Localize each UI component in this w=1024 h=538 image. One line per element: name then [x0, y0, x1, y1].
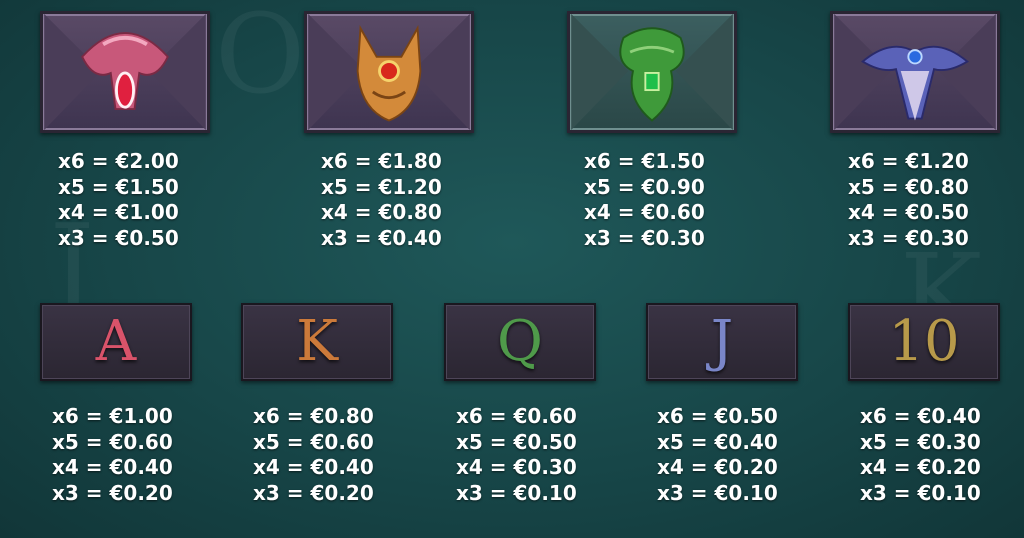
pay-line: x6 = €0.60 — [456, 404, 577, 428]
pay-line: x6 = €1.00 — [52, 404, 173, 428]
card-letter: 10 — [888, 309, 960, 374]
pay-line: x4 = €0.20 — [657, 455, 778, 479]
pay-line: x6 = €1.50 — [584, 149, 705, 173]
card-letter: A — [95, 309, 137, 374]
pay-line: x4 = €0.40 — [253, 455, 374, 479]
paytable-q: x6 = €0.60 x5 = €0.50 x4 = €0.30 x3 = €0… — [456, 404, 577, 506]
pay-line: x4 = €0.60 — [584, 200, 705, 224]
symbol-tile-pink — [40, 11, 210, 133]
pay-line: x3 = €0.40 — [321, 225, 442, 250]
paytable-pink: x6 = €2.00 x5 = €1.50 x4 = €1.00 x3 = €0… — [58, 149, 179, 251]
paytable-blue: x6 = €1.20 x5 = €0.80 x4 = €0.50 x3 = €0… — [848, 149, 969, 251]
pay-line: x3 = €0.30 — [584, 225, 705, 250]
pay-line: x5 = €0.50 — [456, 429, 577, 454]
pink-gem-snake-icon — [44, 14, 206, 130]
pay-line: x4 = €0.80 — [321, 200, 442, 224]
pay-line: x4 = €1.00 — [58, 200, 179, 224]
symbol-card-j: J — [646, 303, 798, 381]
symbol-tile-orange — [304, 11, 474, 133]
pay-line: x6 = €0.40 — [860, 404, 981, 428]
paytable-a: x6 = €1.00 x5 = €0.60 x4 = €0.40 x3 = €0… — [52, 404, 173, 506]
pay-line: x5 = €0.90 — [584, 174, 705, 199]
card-letter: Q — [497, 309, 543, 374]
paytable-k: x6 = €0.80 x5 = €0.60 x4 = €0.40 x3 = €0… — [253, 404, 374, 506]
symbol-card-a: A — [40, 303, 192, 381]
pay-line: x6 = €0.50 — [657, 404, 778, 428]
paytable-orange: x6 = €1.80 x5 = €1.20 x4 = €0.80 x3 = €0… — [321, 149, 442, 251]
pay-line: x3 = €0.20 — [253, 480, 374, 505]
pay-line: x3 = €0.10 — [657, 480, 778, 505]
symbol-tile-blue — [830, 11, 1000, 133]
pay-line: x6 = €1.80 — [321, 149, 442, 173]
symbol-card-k: K — [241, 303, 393, 381]
card-letter: K — [296, 309, 338, 374]
pay-line: x5 = €0.40 — [657, 429, 778, 454]
pay-line: x3 = €0.50 — [58, 225, 179, 250]
pay-line: x5 = €1.50 — [58, 174, 179, 199]
paytable-10: x6 = €0.40 x5 = €0.30 x4 = €0.20 x3 = €0… — [860, 404, 981, 506]
pay-line: x4 = €0.50 — [848, 200, 969, 224]
orange-gem-fox-icon — [308, 14, 470, 130]
pay-line: x6 = €1.20 — [848, 149, 969, 173]
symbol-card-q: Q — [444, 303, 596, 381]
blue-gem-raven-icon — [834, 14, 996, 130]
background-decoration: O — [215, 0, 306, 118]
pay-line: x5 = €0.60 — [253, 429, 374, 454]
pay-line: x4 = €0.40 — [52, 455, 173, 479]
pay-line: x5 = €0.80 — [848, 174, 969, 199]
pay-line: x6 = €0.80 — [253, 404, 374, 428]
pay-line: x6 = €2.00 — [58, 149, 179, 173]
pay-line: x4 = €0.30 — [456, 455, 577, 479]
pay-line: x3 = €0.10 — [456, 480, 577, 505]
pay-line: x5 = €0.60 — [52, 429, 173, 454]
paytable-green: x6 = €1.50 x5 = €0.90 x4 = €0.60 x3 = €0… — [584, 149, 705, 251]
paytable-j: x6 = €0.50 x5 = €0.40 x4 = €0.20 x3 = €0… — [657, 404, 778, 506]
pay-line: x3 = €0.10 — [860, 480, 981, 505]
symbol-tile-green — [567, 11, 737, 133]
pay-line: x4 = €0.20 — [860, 455, 981, 479]
green-gem-idol-icon — [571, 14, 733, 130]
symbol-card-10: 10 — [848, 303, 1000, 381]
pay-line: x3 = €0.20 — [52, 480, 173, 505]
pay-line: x5 = €0.30 — [860, 429, 981, 454]
pay-line: x5 = €1.20 — [321, 174, 442, 199]
pay-line: x3 = €0.30 — [848, 225, 969, 250]
card-letter: J — [710, 309, 734, 374]
